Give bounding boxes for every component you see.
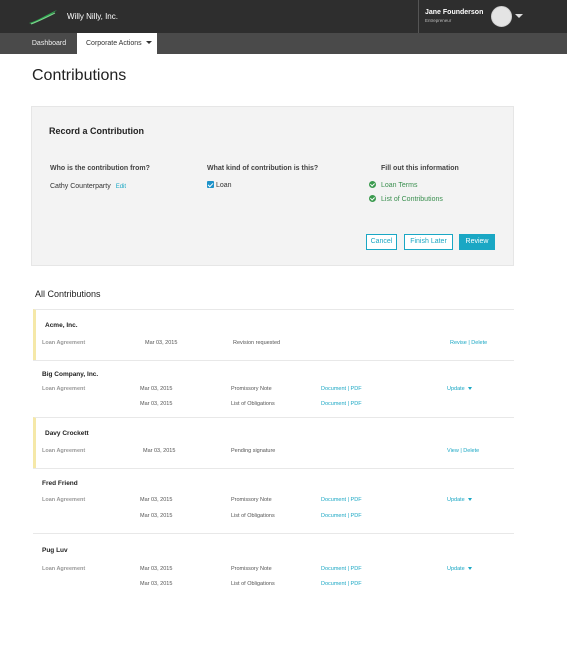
finish-later-button[interactable]: Finish Later xyxy=(404,234,453,250)
user-menu-caret-icon[interactable] xyxy=(515,14,523,18)
nav-bar: Dashboard Corporate Actions xyxy=(0,33,567,54)
question-kind: What kind of contribution is this? xyxy=(207,165,319,172)
row-date: Mar 03, 2015 xyxy=(140,401,173,407)
nav-corporate-actions-label: Corporate Actions xyxy=(86,40,142,47)
question-from: Who is the contribution from? xyxy=(50,165,150,172)
row-name[interactable]: Davy Crockett xyxy=(45,430,89,437)
contribution-row-pug-luv: Pug Luv Loan Agreement Mar 03, 2015 Prom… xyxy=(33,533,514,599)
cancel-button[interactable]: Cancel xyxy=(366,234,397,250)
row-name[interactable]: Pug Luv xyxy=(42,547,68,554)
update-label: Update xyxy=(447,566,465,572)
list-of-contributions-item[interactable]: List of Contributions xyxy=(369,195,443,203)
all-contributions-title: All Contributions xyxy=(35,289,101,299)
review-button[interactable]: Review xyxy=(459,234,495,250)
document-pdf-links[interactable]: Document | PDF xyxy=(321,497,362,503)
row-type: Loan Agreement xyxy=(42,497,86,503)
loan-checkbox-label: Loan xyxy=(216,182,232,189)
list-of-contributions-label: List of Contributions xyxy=(381,196,443,203)
nav-dashboard[interactable]: Dashboard xyxy=(22,33,76,54)
row-name[interactable]: Acme, Inc. xyxy=(45,322,78,329)
edit-link[interactable]: Edit xyxy=(116,184,126,190)
update-label: Update xyxy=(447,386,465,392)
view-delete-links[interactable]: View | Delete xyxy=(447,448,479,454)
row-doc: Promissory Note xyxy=(231,497,272,503)
chevron-down-icon xyxy=(467,386,472,390)
loan-terms-label: Loan Terms xyxy=(381,182,418,189)
row-doc: List of Obligations xyxy=(231,401,275,407)
row-date: Mar 03, 2015 xyxy=(140,513,173,519)
row-type: Loan Agreement xyxy=(42,566,86,572)
row-date: Mar 03, 2015 xyxy=(140,497,173,503)
from-party: Cathy Counterparty Edit xyxy=(50,183,126,190)
row-doc: Promissory Note xyxy=(231,386,272,392)
row-date: Mar 03, 2015 xyxy=(140,566,173,572)
row-status: Pending signature xyxy=(231,448,276,454)
top-bar: Willy Nilly, Inc. Jane Founderson Entrep… xyxy=(0,0,567,33)
company-logo[interactable] xyxy=(28,9,58,25)
page-title: Contributions xyxy=(32,67,127,84)
row-date: Mar 03, 2015 xyxy=(143,448,176,454)
question-fill: Fill out this information xyxy=(381,165,459,172)
record-title: Record a Contribution xyxy=(49,126,144,136)
update-dropdown[interactable]: Update xyxy=(447,497,472,503)
document-pdf-links[interactable]: Document | PDF xyxy=(321,581,362,587)
update-dropdown[interactable]: Update xyxy=(447,386,472,392)
check-circle-icon xyxy=(369,181,376,188)
row-type: Loan Agreement xyxy=(42,386,86,392)
record-contribution-panel: Record a Contribution Who is the contrib… xyxy=(31,106,514,266)
row-name[interactable]: Big Company, Inc. xyxy=(42,371,98,378)
user-name[interactable]: Jane Founderson xyxy=(425,9,483,16)
company-name[interactable]: Willy Nilly, Inc. xyxy=(67,12,118,21)
avatar[interactable] xyxy=(491,6,512,27)
row-date: Mar 03, 2015 xyxy=(145,340,178,346)
loan-checkbox-row[interactable]: Loan xyxy=(207,181,232,189)
user-role: Entrepreneur xyxy=(425,18,452,23)
from-party-name: Cathy Counterparty xyxy=(50,183,111,190)
contribution-row-big-company: Big Company, Inc. Loan Agreement Mar 03,… xyxy=(33,360,514,417)
document-pdf-links[interactable]: Document | PDF xyxy=(321,401,362,407)
document-pdf-links[interactable]: Document | PDF xyxy=(321,386,362,392)
document-pdf-links[interactable]: Document | PDF xyxy=(321,513,362,519)
row-doc: List of Obligations xyxy=(231,513,275,519)
update-dropdown[interactable]: Update xyxy=(447,566,472,572)
contribution-row-davy-crockett: Davy Crockett Loan Agreement Mar 03, 201… xyxy=(33,417,514,468)
row-type: Loan Agreement xyxy=(42,448,86,454)
chevron-down-icon xyxy=(467,497,472,501)
row-status: Revision requested xyxy=(233,340,281,346)
row-name[interactable]: Fred Friend xyxy=(42,480,78,487)
contribution-row-acme: Acme, Inc. Loan Agreement Mar 03, 2015 R… xyxy=(33,309,514,360)
nav-corporate-actions[interactable]: Corporate Actions xyxy=(77,33,157,54)
row-doc: List of Obligations xyxy=(231,581,275,587)
row-type: Loan Agreement xyxy=(42,340,86,346)
chevron-down-icon xyxy=(467,566,472,570)
revise-delete-links[interactable]: Revise | Delete xyxy=(450,340,487,346)
loan-terms-item[interactable]: Loan Terms xyxy=(369,181,417,189)
check-circle-icon xyxy=(369,195,376,202)
row-date: Mar 03, 2015 xyxy=(140,581,173,587)
document-pdf-links[interactable]: Document | PDF xyxy=(321,566,362,572)
loan-checkbox[interactable] xyxy=(207,181,214,188)
chevron-down-icon xyxy=(145,41,152,44)
contribution-row-fred-friend: Fred Friend Loan Agreement Mar 03, 2015 … xyxy=(33,468,514,533)
update-label: Update xyxy=(447,497,465,503)
row-date: Mar 03, 2015 xyxy=(140,386,173,392)
header-divider xyxy=(418,0,419,33)
row-doc: Promissory Note xyxy=(231,566,272,572)
